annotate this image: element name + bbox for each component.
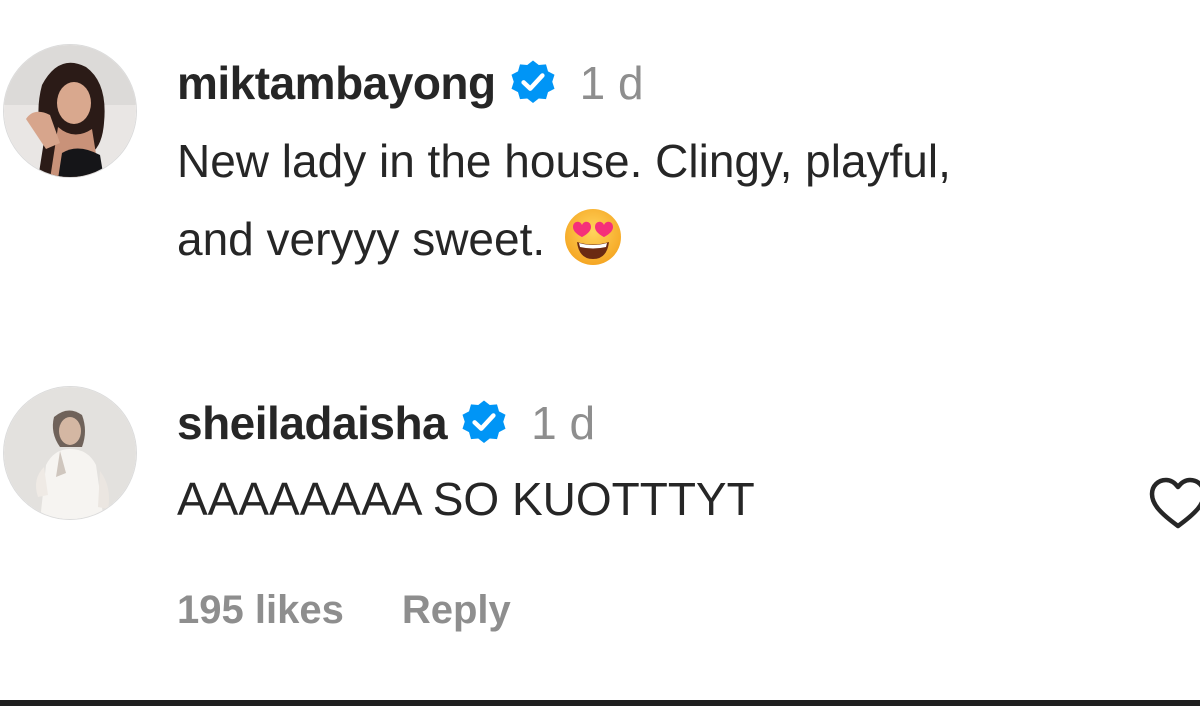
comment-body: New lady in the house. Clingy, playful, … bbox=[177, 122, 951, 278]
comment-time[interactable]: 1 d bbox=[580, 56, 644, 110]
verified-badge-icon bbox=[508, 58, 558, 108]
comment-actions: 195 likes Reply bbox=[177, 588, 511, 633]
avatar-sheiladaisha[interactable] bbox=[3, 386, 137, 520]
comment-text-line: and veryyy sweet. bbox=[177, 213, 546, 265]
comments-panel: miktambayong 1 d New lady in the house. … bbox=[0, 0, 1200, 700]
verified-badge-icon bbox=[459, 398, 509, 448]
comment-header: sheiladaisha 1 d bbox=[177, 393, 595, 453]
heart-eyes-emoji-icon bbox=[563, 207, 623, 267]
heart-outline-icon[interactable] bbox=[1148, 476, 1200, 532]
comment-text-line-with-emoji: and veryyy sweet. bbox=[177, 200, 951, 278]
username-link[interactable]: miktambayong bbox=[177, 56, 496, 110]
comment-text-line: AAAAAAAA SO KUOTTTYT bbox=[177, 473, 755, 525]
username-link[interactable]: sheiladaisha bbox=[177, 396, 448, 450]
comment-body: AAAAAAAA SO KUOTTTYT bbox=[177, 460, 755, 538]
comment-time[interactable]: 1 d bbox=[531, 396, 595, 450]
reply-button[interactable]: Reply bbox=[402, 588, 511, 633]
bottom-border bbox=[0, 700, 1200, 706]
avatar-miktambayong[interactable] bbox=[3, 44, 137, 178]
likes-count[interactable]: 195 likes bbox=[177, 588, 344, 633]
comment-header: miktambayong 1 d bbox=[177, 53, 644, 113]
comment-text-line: New lady in the house. Clingy, playful, bbox=[177, 135, 951, 187]
